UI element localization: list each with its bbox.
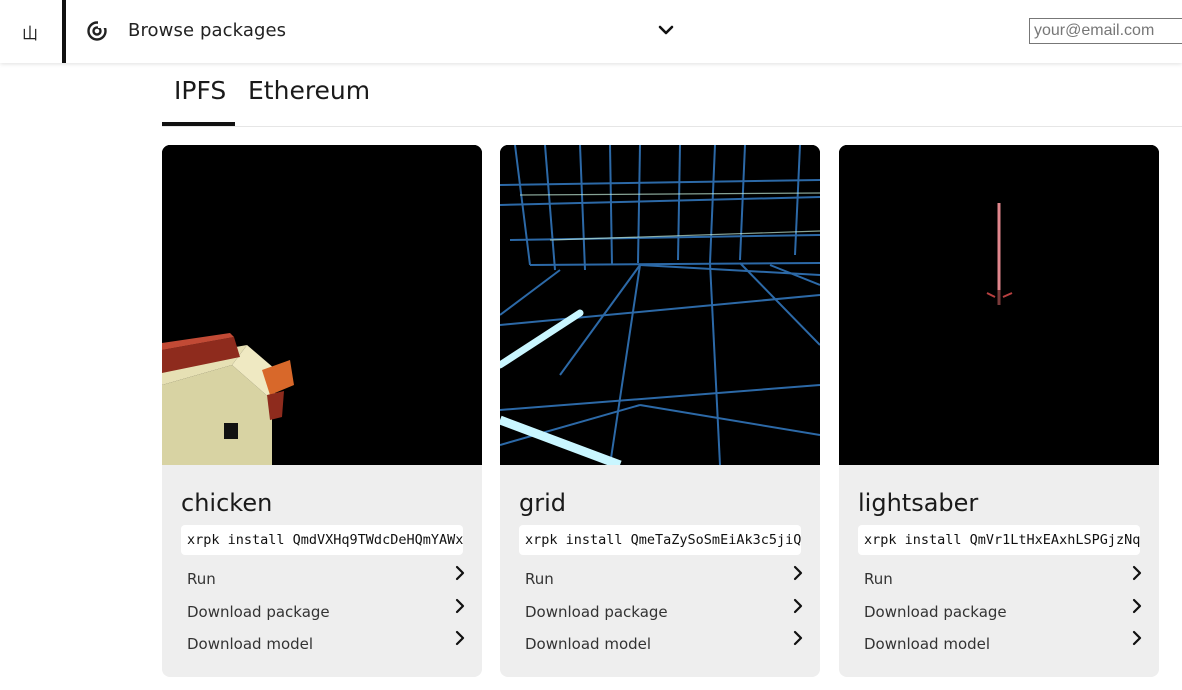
active-tab-indicator <box>162 122 235 126</box>
download-package-label: Download package <box>525 603 668 621</box>
chevron-right-icon <box>793 565 803 581</box>
grid-preview[interactable] <box>500 145 820 465</box>
install-command[interactable]: xrpk install QmdVXHq9TWdcDeHQmYAWx <box>181 525 463 555</box>
download-package-label: Download package <box>864 603 1007 621</box>
chevron-right-icon <box>793 630 803 646</box>
tab-ethereum[interactable]: Ethereum <box>248 76 370 105</box>
chevron-right-icon <box>455 565 465 581</box>
run-link[interactable]: Run <box>864 565 1144 592</box>
download-package-link[interactable]: Download package <box>525 598 805 625</box>
chicken-preview[interactable] <box>162 145 482 465</box>
download-package-link[interactable]: Download package <box>187 598 467 625</box>
package-card-lightsaber: lightsaber xrpk install QmVr1LtHxEAxhLSP… <box>839 145 1159 677</box>
top-bar: 山 Browse packages <box>0 0 1182 63</box>
download-package-label: Download package <box>187 603 330 621</box>
package-card-chicken: chicken xrpk install QmdVXHq9TWdcDeHQmYA… <box>162 145 482 677</box>
run-label: Run <box>525 570 554 588</box>
chevron-down-icon[interactable] <box>656 20 676 40</box>
run-label: Run <box>864 570 893 588</box>
run-link[interactable]: Run <box>187 565 467 592</box>
email-input[interactable] <box>1029 18 1182 44</box>
install-command[interactable]: xrpk install QmeTaZySoSmEiAk3c5jiQ <box>519 525 801 555</box>
download-model-label: Download model <box>187 635 314 653</box>
network-tabs: IPFS Ethereum <box>162 72 1182 127</box>
download-model-link[interactable]: Download model <box>864 630 1144 657</box>
tab-ipfs[interactable]: IPFS <box>174 76 226 105</box>
header-divider <box>62 0 66 63</box>
run-label: Run <box>187 570 216 588</box>
download-package-link[interactable]: Download package <box>864 598 1144 625</box>
run-link[interactable]: Run <box>525 565 805 592</box>
logo-icon[interactable]: 山 <box>14 18 46 46</box>
chevron-right-icon <box>1132 630 1142 646</box>
download-model-label: Download model <box>525 635 652 653</box>
install-command[interactable]: xrpk install QmVr1LtHxEAxhLSPGjzNq <box>858 525 1140 555</box>
chevron-right-icon <box>1132 565 1142 581</box>
chevron-right-icon <box>455 630 465 646</box>
download-model-link[interactable]: Download model <box>525 630 805 657</box>
package-card-grid: grid xrpk install QmeTaZySoSmEiAk3c5jiQ … <box>500 145 820 677</box>
chevron-right-icon <box>793 598 803 614</box>
chevron-right-icon <box>455 598 465 614</box>
download-model-link[interactable]: Download model <box>187 630 467 657</box>
lightsaber-preview[interactable] <box>839 145 1159 465</box>
package-title: grid <box>519 489 567 517</box>
package-title: chicken <box>181 489 273 517</box>
browse-packages-label[interactable]: Browse packages <box>128 20 286 41</box>
orbit-icon[interactable] <box>86 20 108 42</box>
package-title: lightsaber <box>858 489 979 517</box>
chevron-right-icon <box>1132 598 1142 614</box>
download-model-label: Download model <box>864 635 991 653</box>
